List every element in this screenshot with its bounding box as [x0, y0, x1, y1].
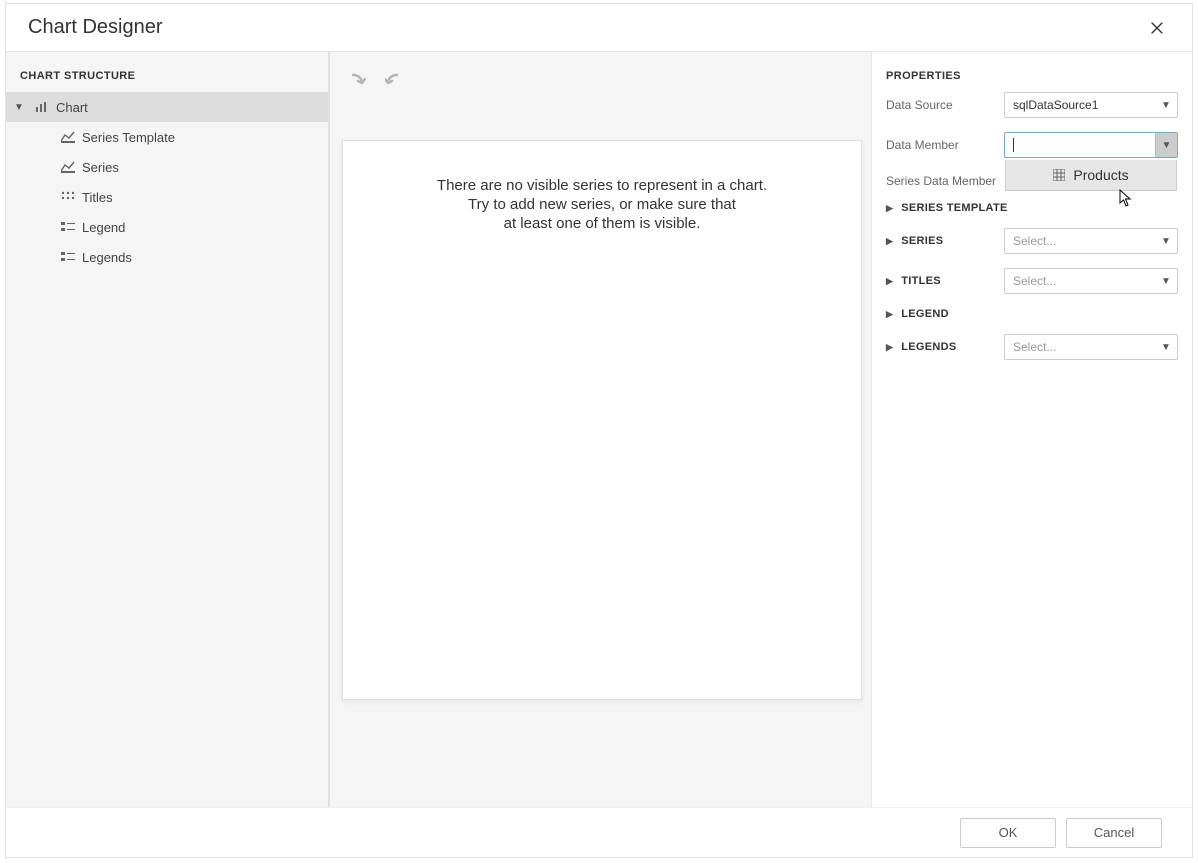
section-titles[interactable]: ▶ TITLES [886, 275, 1004, 287]
chevron-right-icon: ▶ [886, 203, 893, 214]
tree-root-chart[interactable]: ▼ Chart [6, 92, 328, 122]
table-icon [1053, 169, 1065, 181]
section-row-series: ▶ SERIES Select... ▼ [886, 228, 1178, 254]
chevron-right-icon: ▶ [886, 309, 893, 320]
section-legend[interactable]: ▶ LEGEND [886, 308, 1178, 320]
chart-designer-dialog: Chart Designer CHART STRUCTURE ▼ Chart [5, 3, 1193, 858]
data-source-value: sqlDataSource1 [1013, 98, 1098, 112]
empty-msg-line1: There are no visible series to represent… [437, 177, 767, 196]
section-legends[interactable]: ▶ LEGENDS [886, 341, 1004, 353]
titlebar: Chart Designer [6, 4, 1192, 52]
tree-node-label: Titles [82, 190, 113, 205]
tree-node-label: Chart [56, 100, 88, 115]
properties-header: PROPERTIES [872, 52, 1192, 92]
chart-structure-panel: CHART STRUCTURE ▼ Chart Series Template [6, 52, 330, 807]
section-label: SERIES TEMPLATE [901, 202, 1007, 214]
section-label: LEGENDS [901, 341, 956, 353]
empty-msg-line3: at least one of them is visible. [437, 215, 767, 234]
tree-node-legend[interactable]: Legend [6, 212, 328, 242]
dropdown-item-label: Products [1073, 167, 1128, 183]
tree-node-label: Legend [82, 220, 125, 235]
series-template-icon [60, 130, 76, 144]
preview-toolbar [346, 68, 408, 92]
titles-placeholder: Select... [1013, 274, 1056, 288]
dialog-footer: OK Cancel [6, 807, 1192, 857]
section-label: LEGEND [901, 308, 949, 320]
cancel-button[interactable]: Cancel [1066, 818, 1162, 848]
structure-tree: ▼ Chart Series Template Serie [6, 92, 328, 272]
titles-icon [60, 190, 76, 204]
close-button[interactable] [1144, 15, 1170, 41]
preview-panel: There are no visible series to represent… [330, 52, 872, 807]
redo-button[interactable] [384, 68, 408, 92]
tree-node-legends[interactable]: Legends [6, 242, 328, 272]
chart-structure-header: CHART STRUCTURE [6, 52, 328, 92]
ok-button[interactable]: OK [960, 818, 1056, 848]
section-row-titles: ▶ TITLES Select... ▼ [886, 268, 1178, 294]
chart-root-icon [34, 100, 50, 114]
text-caret [1013, 138, 1014, 152]
chevron-down-icon: ▼ [1155, 229, 1177, 253]
prop-row-data-source: Data Source sqlDataSource1 ▼ [886, 92, 1178, 118]
series-placeholder: Select... [1013, 234, 1056, 248]
dialog-title: Chart Designer [28, 16, 163, 39]
data-source-select[interactable]: sqlDataSource1 ▼ [1004, 92, 1178, 118]
data-member-dropdown: Products [1005, 160, 1177, 191]
chevron-right-icon: ▶ [886, 236, 893, 247]
properties-body: Data Source sqlDataSource1 ▼ Data Member… [872, 92, 1192, 807]
chevron-down-icon: ▼ [1155, 335, 1177, 359]
section-label: SERIES [901, 235, 943, 247]
undo-button[interactable] [346, 68, 370, 92]
empty-chart-message: There are no visible series to represent… [437, 177, 767, 233]
section-label: TITLES [901, 275, 941, 287]
tree-node-series[interactable]: Series [6, 152, 328, 182]
chevron-down-icon: ▼ [1155, 93, 1177, 117]
series-data-member-label: Series Data Member [886, 174, 1004, 188]
chevron-down-icon: ▼ [1155, 269, 1177, 293]
tree-node-series-template[interactable]: Series Template [6, 122, 328, 152]
titles-select[interactable]: Select... ▼ [1004, 268, 1178, 294]
chevron-down-icon: ▼ [1155, 133, 1177, 157]
prop-row-data-member: Data Member ▼ Products [886, 132, 1178, 158]
section-series-template[interactable]: ▶ SERIES TEMPLATE [886, 202, 1178, 214]
tree-node-label: Series [82, 160, 119, 175]
section-series[interactable]: ▶ SERIES [886, 235, 1004, 247]
legends-icon [60, 250, 76, 264]
dialog-body: CHART STRUCTURE ▼ Chart Series Template [6, 52, 1192, 807]
legend-icon [60, 220, 76, 234]
dropdown-item-products[interactable]: Products [1006, 160, 1176, 190]
chevron-down-icon: ▼ [12, 102, 26, 113]
tree-node-label: Legends [82, 250, 132, 265]
data-member-select[interactable]: ▼ Products [1004, 132, 1178, 158]
chart-preview-canvas: There are no visible series to represent… [342, 140, 862, 700]
section-row-legends: ▶ LEGENDS Select... ▼ [886, 334, 1178, 360]
series-icon [60, 160, 76, 174]
data-member-label: Data Member [886, 138, 1004, 152]
legends-placeholder: Select... [1013, 340, 1056, 354]
data-source-label: Data Source [886, 98, 1004, 112]
tree-node-titles[interactable]: Titles [6, 182, 328, 212]
empty-msg-line2: Try to add new series, or make sure that [437, 196, 767, 215]
properties-panel: PROPERTIES Data Source sqlDataSource1 ▼ … [872, 52, 1192, 807]
tree-node-label: Series Template [82, 130, 175, 145]
series-select[interactable]: Select... ▼ [1004, 228, 1178, 254]
legends-select[interactable]: Select... ▼ [1004, 334, 1178, 360]
chevron-right-icon: ▶ [886, 342, 893, 353]
chevron-right-icon: ▶ [886, 276, 893, 287]
